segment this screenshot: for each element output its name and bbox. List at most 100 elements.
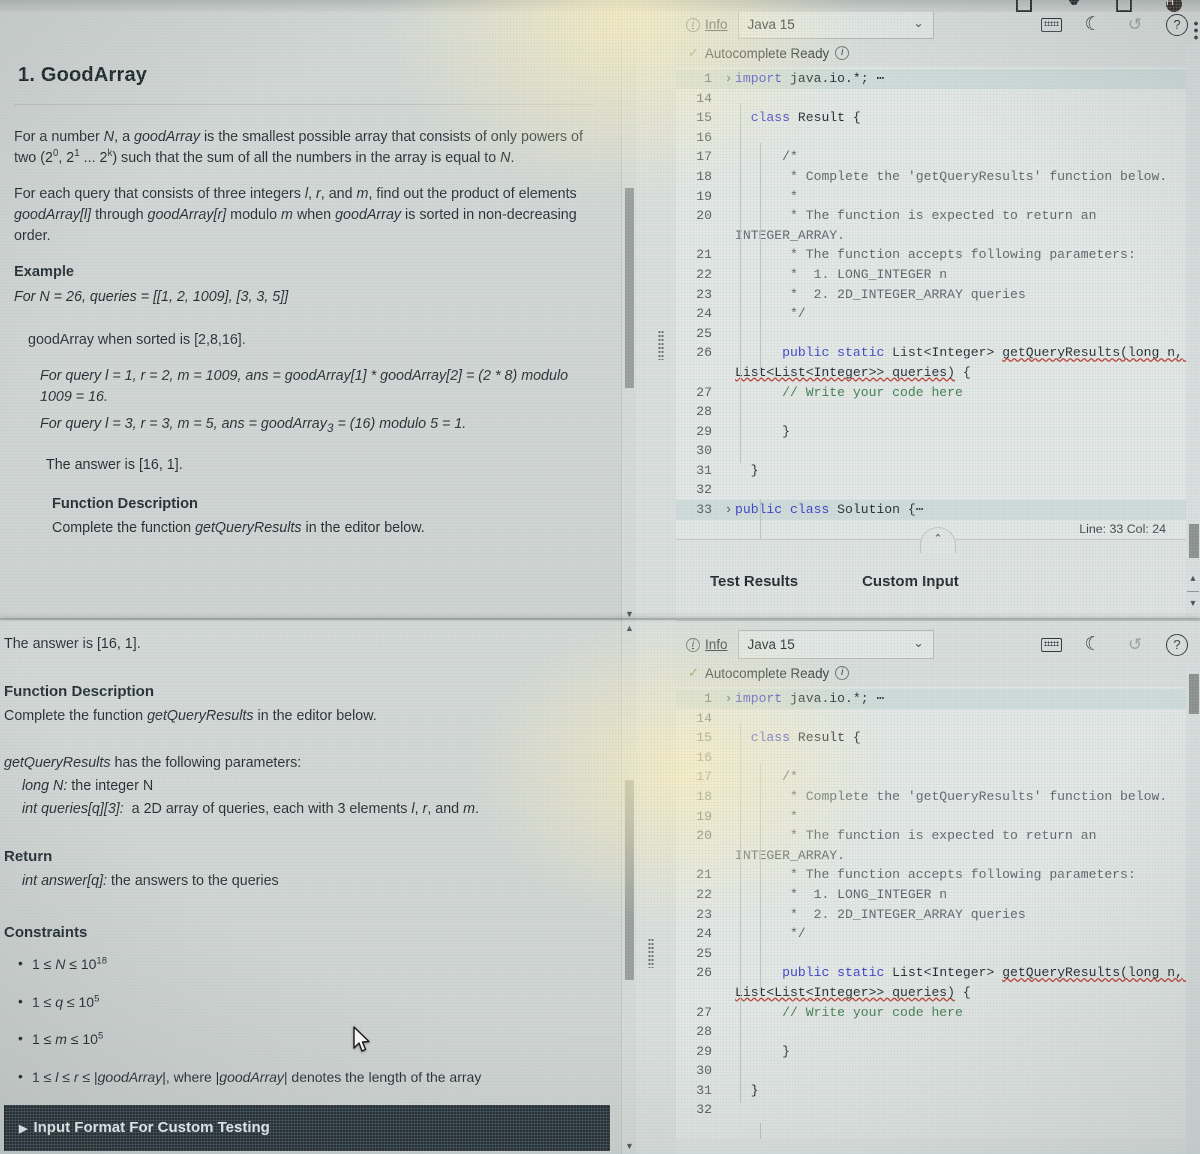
code-line[interactable]: 25 bbox=[676, 324, 1200, 344]
overflow-menu-icon[interactable] bbox=[1194, 20, 1198, 42]
code-area-upper[interactable]: 1 › import java.io.*; ⋯ 14 15 class Result … bbox=[676, 67, 1200, 539]
code-line[interactable]: 27 // Write your code here bbox=[676, 1003, 1200, 1023]
code-line[interactable]: 26 public static List<Integer> getQueryR… bbox=[676, 343, 1200, 382]
scroll-thumb[interactable] bbox=[625, 188, 634, 388]
code-line[interactable]: 19 * bbox=[676, 187, 1200, 207]
scroll-up-arrow-2[interactable]: ▲ bbox=[622, 620, 637, 636]
constraint-1: 1 ≤ q ≤ 105 bbox=[16, 991, 610, 1013]
tab-test-results[interactable]: Test Results bbox=[710, 573, 798, 590]
code-text: * 2. 2D_INTEGER_ARRAY queries bbox=[735, 286, 1026, 302]
editor-tool-icons-2: ☾ ↺ ? bbox=[1040, 633, 1192, 656]
code-line[interactable]: 31 } bbox=[676, 461, 1200, 481]
stepper-up[interactable]: ▲ bbox=[1187, 574, 1199, 583]
editor-scroll-thumb[interactable] bbox=[1189, 524, 1199, 558]
stepper-down[interactable]: ▼ bbox=[1187, 599, 1199, 608]
problem-pane-scrollbar[interactable]: ▲ ▼ bbox=[621, 0, 636, 622]
code-line[interactable]: 14 bbox=[676, 709, 1200, 729]
code-line[interactable]: 21 * The function accepts following para… bbox=[676, 865, 1200, 885]
screen-capture-upper: 1. GoodArray For a number N, a goodArray… bbox=[0, 0, 1200, 622]
history-icon-2[interactable]: ↺ bbox=[1124, 634, 1146, 656]
pane-resize-grip-2[interactable] bbox=[648, 938, 654, 968]
fold-arrow-icon[interactable]: › bbox=[722, 69, 735, 89]
editor-scroll-thumb-2[interactable] bbox=[1189, 674, 1199, 714]
code-line[interactable]: 20 * The function is expected to return … bbox=[676, 206, 1200, 245]
line-number: 20 bbox=[696, 828, 712, 844]
code-line[interactable]: 23 * 2. 2D_INTEGER_ARRAY queries bbox=[676, 285, 1200, 305]
code-line[interactable]: 24 */ bbox=[676, 924, 1200, 944]
code-line[interactable]: 32 bbox=[676, 1100, 1200, 1120]
help-icon-2[interactable]: ? bbox=[1166, 633, 1188, 656]
code-line[interactable]: 20 * The function is expected to return … bbox=[676, 826, 1200, 865]
line-number: 31 bbox=[696, 1082, 712, 1098]
language-select-2[interactable]: Java 15 ⌄ bbox=[737, 630, 934, 659]
pane-resize-grip[interactable] bbox=[658, 330, 664, 360]
code-line[interactable]: 15 class Result { bbox=[676, 108, 1200, 128]
fold-arrow-icon[interactable]: › bbox=[722, 689, 735, 709]
problem-paragraph-1: For a number N, a goodArray is the small… bbox=[14, 129, 583, 167]
info-button[interactable]: i Info bbox=[686, 17, 728, 32]
code-line[interactable]: 1 › import java.io.*; ⋯ bbox=[676, 689, 1200, 709]
function-description-heading: Function Description bbox=[52, 495, 198, 512]
fold-arrow-icon[interactable]: › bbox=[722, 500, 735, 520]
code-line[interactable]: 29 } bbox=[676, 422, 1200, 442]
code-line[interactable]: 27 // Write your code here bbox=[676, 383, 1200, 403]
editor-scrollbar-2[interactable] bbox=[1186, 664, 1200, 1154]
code-line[interactable]: 17 /* bbox=[676, 767, 1200, 787]
code-line[interactable]: 33 › public class Solution {⋯ bbox=[676, 500, 1200, 520]
line-number: 21 bbox=[696, 867, 712, 883]
code-line[interactable]: 26 public static List<Integer> getQueryR… bbox=[676, 963, 1200, 1002]
dark-mode-icon[interactable]: ☾ bbox=[1082, 14, 1104, 36]
code-line[interactable]: 31 } bbox=[676, 1081, 1200, 1101]
problem-pane-scrollbar-2[interactable]: ▲ ▼ bbox=[621, 620, 636, 1154]
answer-line-2: The answer is [16, 1]. bbox=[4, 636, 141, 652]
code-line[interactable]: 22 * 1. LONG_INTEGER n bbox=[676, 885, 1200, 905]
history-icon[interactable]: ↺ bbox=[1124, 14, 1146, 36]
code-line[interactable]: 25 bbox=[676, 944, 1200, 964]
bookmark-icon[interactable] bbox=[1066, 0, 1082, 12]
code-line[interactable]: 16 bbox=[676, 748, 1200, 768]
code-line[interactable]: 17 /* bbox=[676, 147, 1200, 167]
code-line[interactable]: 22 * 1. LONG_INTEGER n bbox=[676, 265, 1200, 285]
code-line[interactable]: 24 */ bbox=[676, 304, 1200, 324]
code-line[interactable]: 30 bbox=[676, 441, 1200, 461]
example-line: For N = 26, queries = [[1, 2, 1009], [3,… bbox=[14, 288, 289, 305]
code-line[interactable]: 16 bbox=[676, 128, 1200, 148]
code-line[interactable]: 21 * The function accepts following para… bbox=[676, 245, 1200, 265]
code-line[interactable]: 18 * Complete the 'getQueryResults' func… bbox=[676, 167, 1200, 187]
help-icon[interactable]: ? bbox=[1166, 13, 1188, 36]
code-line[interactable]: 15 class Result { bbox=[676, 728, 1200, 748]
code-text: public static List<Integer> getQueryResu… bbox=[735, 965, 1183, 1000]
scroll-down-arrow-2[interactable]: ▼ bbox=[622, 1138, 637, 1154]
code-line[interactable]: 29 } bbox=[676, 1042, 1200, 1062]
code-line[interactable]: 28 bbox=[676, 402, 1200, 422]
code-editor-pane: i Info Java 15 ⌄ ☾ ↺ ? ✓ Autocomplete Re… bbox=[676, 0, 1200, 622]
code-text: * 1. LONG_INTEGER n bbox=[735, 886, 948, 902]
downloads-icon[interactable] bbox=[1016, 0, 1032, 12]
code-line[interactable]: 19 * bbox=[676, 807, 1200, 827]
editor-mini-stepper[interactable]: ▲ ▼ bbox=[1187, 574, 1199, 608]
editor-scrollbar[interactable]: ▲ ▼ bbox=[1186, 44, 1200, 622]
tab-custom-input[interactable]: Custom Input bbox=[862, 573, 959, 590]
extensions-icon[interactable] bbox=[1116, 0, 1132, 12]
keyboard-icon-2[interactable] bbox=[1040, 634, 1062, 656]
code-text: * Complete the 'getQueryResults' functio… bbox=[735, 168, 1168, 184]
autocomplete-status: Autocomplete Ready bbox=[704, 45, 830, 61]
code-line[interactable]: 14 bbox=[676, 89, 1200, 109]
code-line[interactable]: 1 › import java.io.*; ⋯ bbox=[676, 69, 1200, 89]
line-col-status: Line: 33 Col: 24 bbox=[1079, 522, 1166, 536]
language-select[interactable]: Java 15 ⌄ bbox=[737, 10, 934, 39]
code-line[interactable]: 28 bbox=[676, 1022, 1200, 1042]
code-line[interactable]: 23 * 2. 2D_INTEGER_ARRAY queries bbox=[676, 905, 1200, 925]
info-button-2[interactable]: i Info bbox=[686, 637, 728, 652]
keyboard-icon[interactable] bbox=[1040, 14, 1062, 36]
line-number: 21 bbox=[696, 247, 712, 263]
code-line[interactable]: 30 bbox=[676, 1061, 1200, 1081]
code-line[interactable]: 18 * Complete the 'getQueryResults' func… bbox=[676, 787, 1200, 807]
avatar[interactable]: H bbox=[1166, 0, 1182, 12]
code-line[interactable]: 32 bbox=[676, 480, 1200, 500]
scroll-thumb-2[interactable] bbox=[625, 780, 634, 980]
input-format-accordion[interactable]: ▶ Input Format For Custom Testing bbox=[4, 1104, 610, 1151]
code-area-lower[interactable]: 1 › import java.io.*; ⋯ 14 15 class Result … bbox=[676, 687, 1200, 1139]
dark-mode-icon-2[interactable]: ☾ bbox=[1082, 634, 1104, 656]
